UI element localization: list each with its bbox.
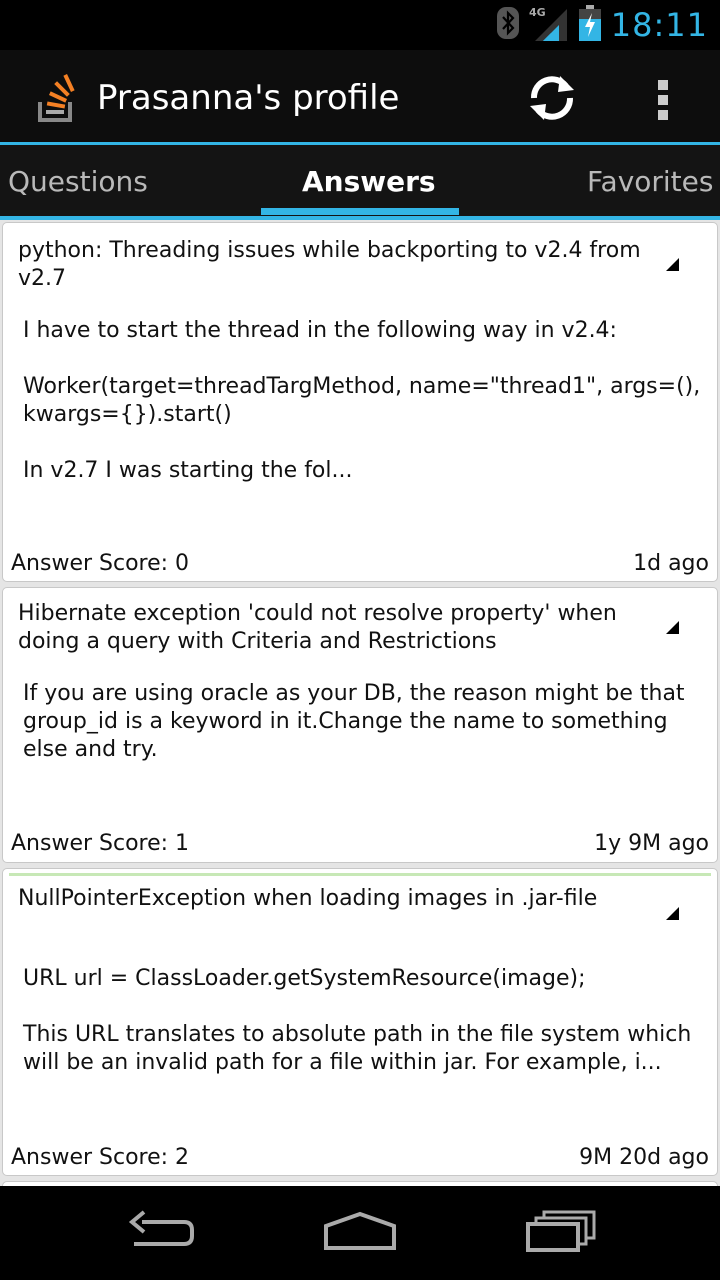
recent-apps-icon[interactable]: [526, 1210, 598, 1259]
answer-title: Hibernate exception 'could not resolve p…: [18, 601, 617, 654]
tab-bar: Questions Answers Favorites: [0, 145, 720, 220]
battery-charging-icon: [578, 4, 601, 46]
tab-indicator: [261, 208, 459, 215]
action-bar: Prasanna's profile: [0, 50, 720, 144]
excerpt-paragraph: This URL translates to absolute path in …: [23, 1022, 692, 1075]
answer-timestamp: 1y 9M ago: [594, 831, 709, 856]
signal-icon: 4G: [529, 5, 569, 46]
bluetooth-icon: [496, 6, 519, 44]
overflow-menu-icon[interactable]: [654, 78, 674, 122]
answer-excerpt: URL url = ClassLoader.getSystemResource(…: [23, 965, 708, 1105]
expand-arrow-icon[interactable]: [666, 258, 679, 271]
excerpt-paragraph: URL url = ClassLoader.getSystemResource(…: [23, 966, 586, 991]
answer-timestamp: 9M 20d ago: [579, 1145, 709, 1170]
expand-arrow-icon[interactable]: [666, 907, 679, 920]
stackoverflow-logo-icon[interactable]: [36, 73, 80, 124]
page-title: Prasanna's profile: [97, 78, 400, 118]
answer-card[interactable]: NullPointerException when loading images…: [2, 868, 718, 1176]
clock: 18:11: [610, 6, 708, 44]
tab-favorites[interactable]: Favorites: [587, 165, 713, 198]
navigation-bar: [0, 1186, 720, 1280]
excerpt-paragraph: If you are using oracle as your DB, the …: [23, 681, 685, 762]
tab-questions[interactable]: Questions: [8, 165, 148, 198]
expand-arrow-icon[interactable]: [666, 621, 679, 634]
refresh-icon[interactable]: [526, 72, 578, 124]
excerpt-paragraph: In v2.7 I was starting the fol...: [23, 458, 353, 483]
home-icon[interactable]: [322, 1210, 398, 1259]
excerpt-paragraph: Worker(target=threadTargMethod, name="th…: [23, 374, 701, 427]
answer-excerpt: I have to start the thread in the follow…: [23, 317, 708, 513]
answer-list[interactable]: python: Threading issues while backporti…: [0, 220, 720, 1186]
answer-score: Answer Score: 0: [11, 551, 190, 576]
excerpt-paragraph: I have to start the thread in the follow…: [23, 318, 617, 343]
network-type-label: 4G: [529, 6, 546, 19]
answer-score: Answer Score: 1: [11, 831, 190, 856]
answer-title: NullPointerException when loading images…: [18, 886, 598, 911]
answer-timestamp: 1d ago: [633, 551, 709, 576]
tab-answers[interactable]: Answers: [302, 165, 436, 198]
accepted-indicator: [9, 873, 711, 876]
answer-card[interactable]: python: Threading issues while backporti…: [2, 222, 718, 582]
answer-card[interactable]: Hibernate exception 'could not resolve p…: [2, 587, 718, 863]
answer-title: python: Threading issues while backporti…: [18, 238, 641, 291]
status-bar: 4G 18:11: [0, 0, 720, 50]
back-icon[interactable]: [124, 1210, 196, 1259]
answer-score: Answer Score: 2: [11, 1145, 190, 1170]
answer-excerpt: If you are using oracle as your DB, the …: [23, 680, 708, 792]
